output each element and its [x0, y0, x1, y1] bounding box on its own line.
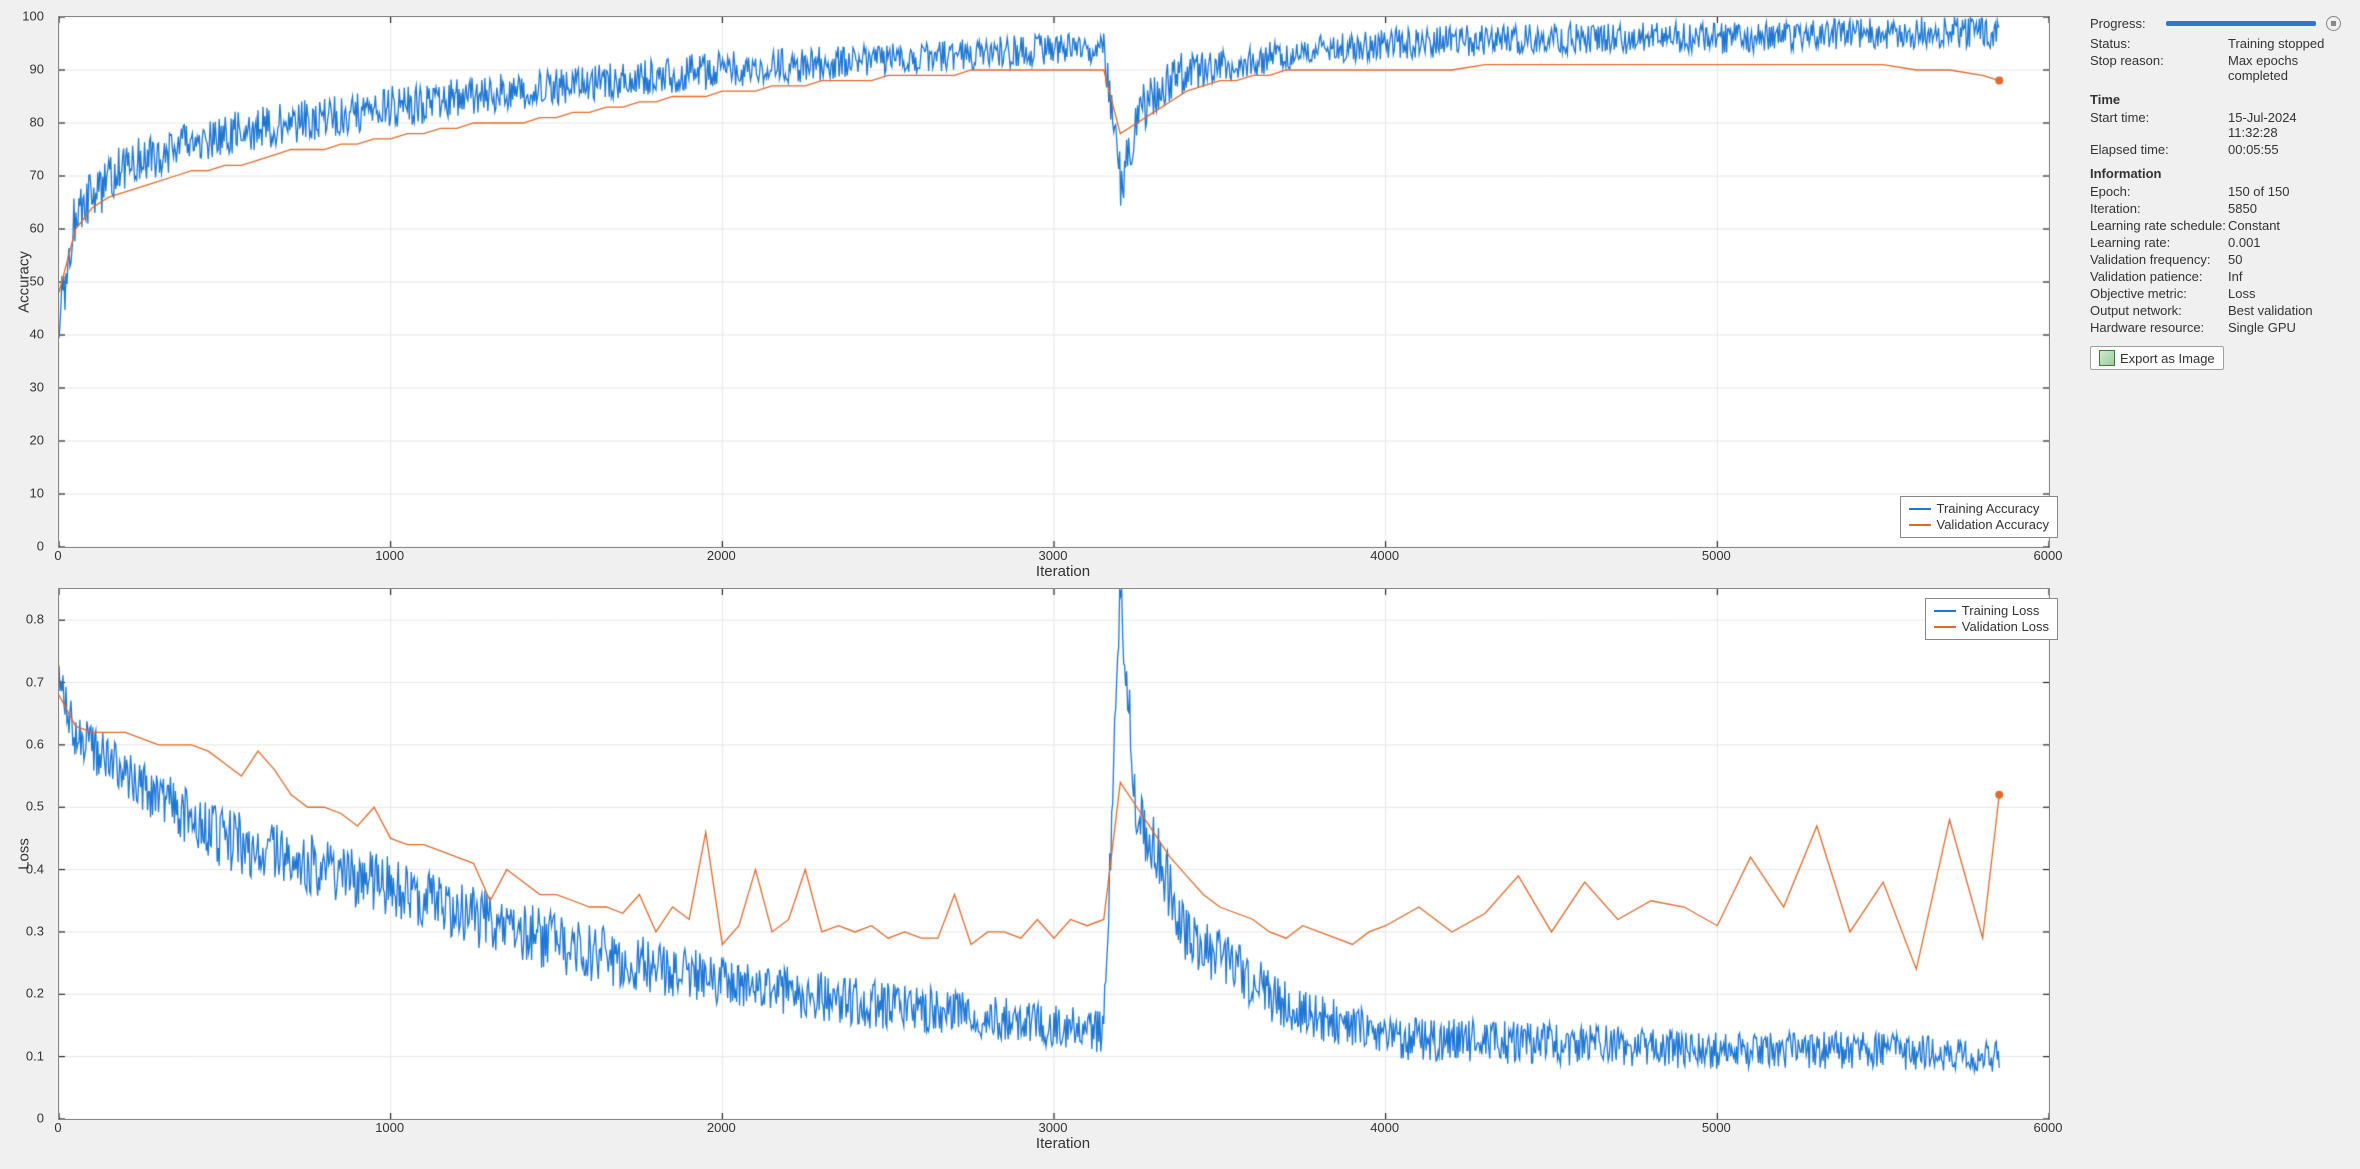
status-value: Training stopped — [2228, 35, 2342, 52]
lr-value: 0.001 — [2228, 234, 2313, 251]
accuracy-chart: Accuracy Iteration 010203040506070809010… — [58, 16, 2068, 548]
hardware-value: Single GPU — [2228, 319, 2313, 336]
stop-reason-label: Stop reason: — [2090, 52, 2228, 84]
loss-legend: Training Loss Validation Loss — [1925, 598, 2058, 640]
stop-icon — [2331, 21, 2336, 26]
lr-schedule-label: Learning rate schedule: — [2090, 217, 2228, 234]
iteration-value: 5850 — [2228, 200, 2313, 217]
legend-swatch-train — [1934, 610, 1956, 612]
val-freq-label: Validation frequency: — [2090, 251, 2228, 268]
accuracy-yticks: 0102030405060708090100 — [48, 16, 58, 548]
status-label: Status: — [2090, 35, 2228, 52]
export-image-button[interactable]: Export as Image — [2090, 346, 2224, 370]
lr-label: Learning rate: — [2090, 234, 2228, 251]
elapsed-time-label: Elapsed time: — [2090, 141, 2228, 158]
val-freq-value: 50 — [2228, 251, 2313, 268]
legend-swatch-val — [1934, 626, 1956, 628]
objective-label: Objective metric: — [2090, 285, 2228, 302]
elapsed-time-value: 00:05:55 — [2228, 141, 2342, 158]
info-panel: Progress: Status:Training stopped Stop r… — [2068, 10, 2352, 1159]
hardware-label: Hardware resource: — [2090, 319, 2228, 336]
iteration-label: Iteration: — [2090, 200, 2228, 217]
accuracy-xticks: 0100020003000400050006000 — [58, 548, 2068, 568]
start-time-value: 15-Jul-2024 11:32:28 — [2228, 109, 2342, 141]
start-time-label: Start time: — [2090, 109, 2228, 141]
legend-swatch-train — [1909, 508, 1931, 510]
lr-schedule-value: Constant — [2228, 217, 2313, 234]
export-icon — [2099, 350, 2115, 366]
time-header: Time — [2090, 92, 2342, 107]
val-patience-label: Validation patience: — [2090, 268, 2228, 285]
accuracy-legend: Training Accuracy Validation Accuracy — [1900, 496, 2059, 538]
charts-panel: Accuracy Iteration 010203040506070809010… — [8, 10, 2068, 1159]
legend-label-val-loss: Validation Loss — [1962, 619, 2049, 635]
export-label: Export as Image — [2120, 351, 2215, 366]
stop-button[interactable] — [2326, 16, 2341, 31]
stop-reason-value: Max epochs completed — [2228, 52, 2342, 84]
info-header: Information — [2090, 166, 2342, 181]
legend-label-val-acc: Validation Accuracy — [1937, 517, 2050, 533]
progress-label: Progress: — [2090, 16, 2156, 31]
progress-bar — [2166, 21, 2316, 26]
legend-label-train-loss: Training Loss — [1962, 603, 2040, 619]
loss-chart: Loss Iteration 00.10.20.30.40.50.60.70.8… — [58, 588, 2068, 1120]
legend-swatch-val — [1909, 524, 1931, 526]
objective-value: Loss — [2228, 285, 2313, 302]
epoch-label: Epoch: — [2090, 183, 2228, 200]
output-net-value: Best validation — [2228, 302, 2313, 319]
loss-yticks: 00.10.20.30.40.50.60.70.8 — [48, 588, 58, 1120]
loss-xticks: 0100020003000400050006000 — [58, 1120, 2068, 1140]
legend-label-train-acc: Training Accuracy — [1937, 501, 2040, 517]
epoch-value: 150 of 150 — [2228, 183, 2313, 200]
val-patience-value: Inf — [2228, 268, 2313, 285]
output-net-label: Output network: — [2090, 302, 2228, 319]
